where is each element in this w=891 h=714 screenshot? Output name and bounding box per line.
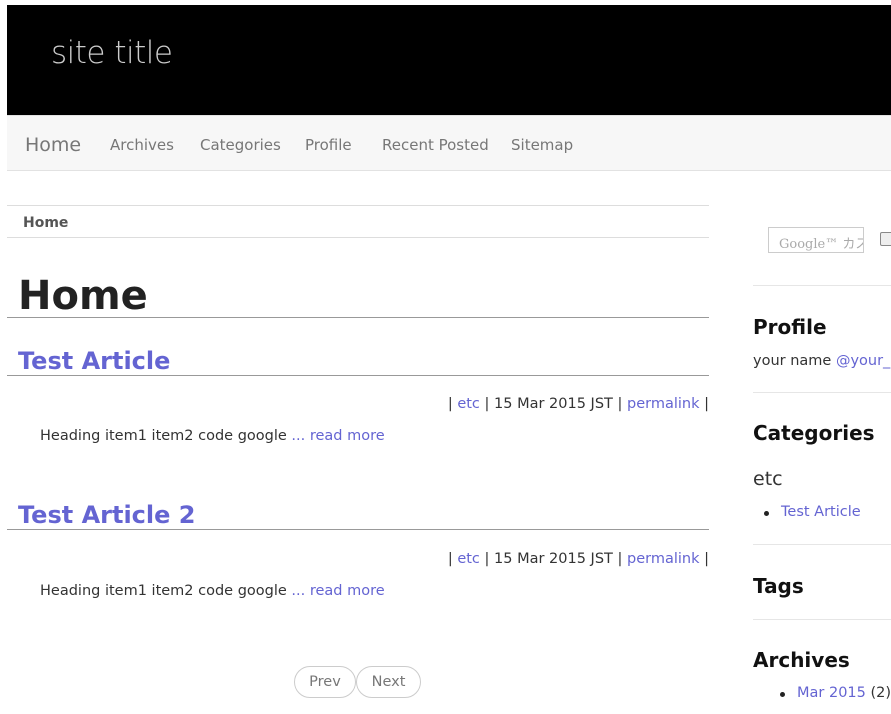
profile-name: your name [753, 353, 836, 369]
nav-item-archives[interactable]: Archives [110, 136, 174, 154]
article-date: | 15 Mar 2015 JST | [479, 396, 627, 412]
meta-separator: | [447, 551, 458, 567]
article-date: | 15 Mar 2015 JST | [479, 551, 627, 567]
title-divider [7, 317, 709, 318]
nav-item-profile[interactable]: Profile [305, 136, 352, 154]
sidebar-divider [753, 619, 891, 620]
meta-separator: | [699, 551, 709, 567]
excerpt-text: Heading item1 item2 code google [40, 583, 292, 599]
article-title[interactable]: Test Article [18, 347, 170, 375]
site-header: site title [7, 5, 891, 115]
tags-heading: Tags [753, 574, 804, 598]
read-more-link[interactable]: read more [305, 428, 385, 444]
article-excerpt: Heading item1 item2 code google ... read… [40, 428, 385, 444]
site-title[interactable]: site title [51, 35, 173, 71]
breadcrumb: Home [7, 205, 709, 238]
prev-button[interactable]: Prev [294, 666, 356, 698]
breadcrumb-home: Home [23, 215, 69, 231]
profile-handle-link[interactable]: @your_ac [836, 353, 891, 369]
article-meta: | etc | 15 Mar 2015 JST | permalink | [448, 396, 709, 412]
article-divider [7, 375, 709, 376]
excerpt-ellipsis: ... [291, 428, 306, 444]
profile-heading: Profile [753, 315, 827, 339]
archives-heading: Archives [753, 648, 850, 672]
search-button[interactable] [880, 232, 891, 246]
profile-line: your name @your_ac [753, 353, 891, 369]
permalink-link[interactable]: permalink [627, 551, 700, 567]
list-bullet [764, 511, 769, 516]
article-meta: | etc | 15 Mar 2015 JST | permalink | [448, 551, 709, 567]
sidebar-divider [753, 285, 891, 286]
sidebar-divider [753, 544, 891, 545]
article-title[interactable]: Test Article 2 [18, 501, 195, 529]
navbar: Home Archives Categories Profile Recent … [7, 115, 891, 171]
nav-item-sitemap[interactable]: Sitemap [511, 136, 573, 154]
sidebar: Google™ カス Profile your name @your_ac Ca… [753, 200, 891, 714]
sidebar-divider [753, 392, 891, 393]
categories-heading: Categories [753, 421, 875, 445]
read-more-link[interactable]: read more [305, 583, 385, 599]
permalink-link[interactable]: permalink [627, 396, 700, 412]
next-button[interactable]: Next [356, 666, 421, 698]
meta-separator: | [447, 396, 458, 412]
excerpt-ellipsis: ... [291, 583, 306, 599]
archive-link-mar-2015[interactable]: Mar 2015 [797, 685, 866, 701]
nav-item-recent-posted[interactable]: Recent Posted [382, 136, 489, 154]
google-search-input[interactable]: Google™ カス [768, 227, 864, 253]
article-excerpt: Heading item1 item2 code google ... read… [40, 583, 385, 599]
list-bullet [780, 692, 785, 697]
nav-item-categories[interactable]: Categories [200, 136, 281, 154]
category-link[interactable]: etc [457, 396, 480, 412]
archive-item: Mar 2015 (2) [797, 685, 891, 701]
nav-home[interactable]: Home [25, 134, 81, 156]
page-title: Home [18, 273, 148, 319]
article-divider [7, 529, 709, 530]
archive-count: (2) [865, 685, 891, 701]
category-item-test-article[interactable]: Test Article [781, 504, 861, 520]
category-link[interactable]: etc [457, 551, 480, 567]
excerpt-text: Heading item1 item2 code google [40, 428, 292, 444]
category-group-etc: etc [753, 468, 783, 490]
meta-separator: | [699, 396, 709, 412]
